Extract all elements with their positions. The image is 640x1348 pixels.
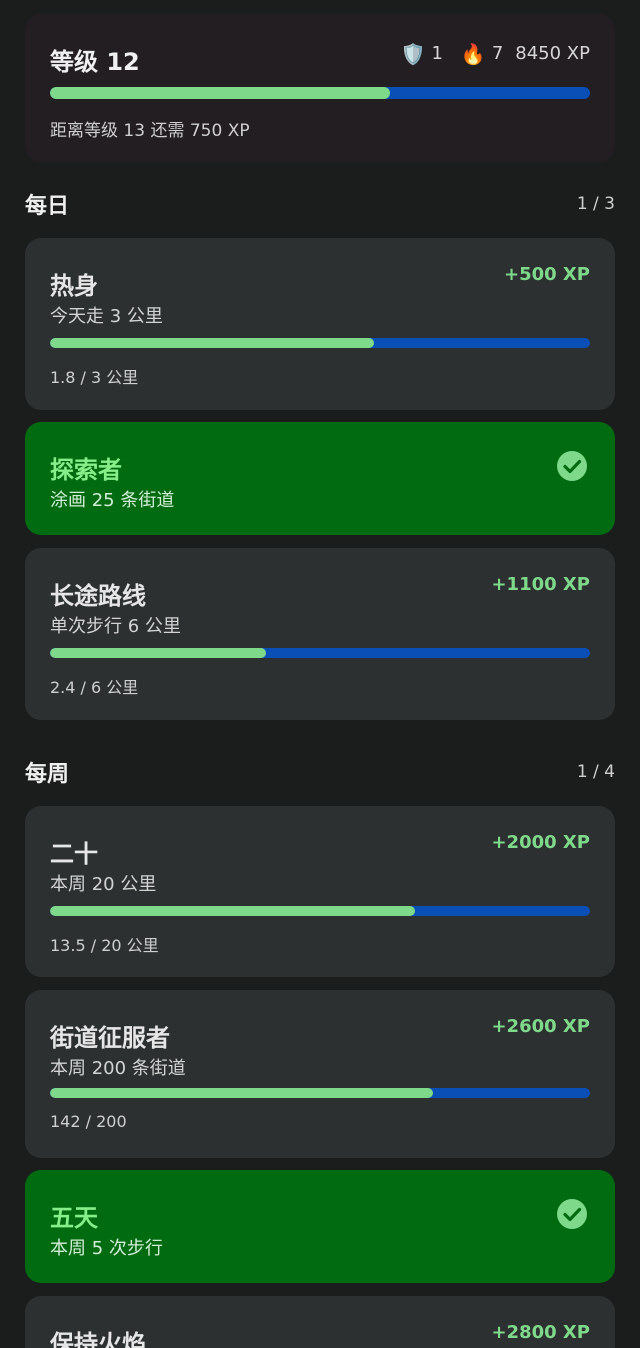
- quest-description: 本周 20 公里: [50, 874, 157, 895]
- weekly-section-title: 每周: [25, 762, 70, 787]
- quest-progress-fill: [50, 648, 266, 658]
- quest-progress-bar: [50, 338, 590, 348]
- quest-progress-text: 13.5 / 20 公里: [50, 936, 159, 955]
- quest-card-twenty[interactable]: 二十 +2000 XP 本周 20 公里 13.5 / 20 公里: [25, 806, 615, 977]
- quest-card-street-conqueror[interactable]: 街道征服者 +2600 XP 本周 200 条街道 142 / 200: [25, 990, 615, 1158]
- level-card: 等级 12 🛡️ 1 🔥 7 8450 XP 距离等级 13 还需 750 XP: [25, 14, 615, 162]
- daily-section-count: 1 / 3: [576, 194, 615, 214]
- quest-card-long-route[interactable]: 长途路线 +1100 XP 单次步行 6 公里 2.4 / 6 公里: [25, 548, 615, 720]
- quest-progress-text: 2.4 / 6 公里: [50, 678, 139, 697]
- quest-card-five-days[interactable]: 五天 本周 5 次步行: [25, 1170, 615, 1283]
- fire-icon: 🔥: [460, 41, 486, 66]
- quest-description: 涂画 25 条街道: [50, 490, 175, 511]
- quest-title: 二十: [50, 840, 98, 868]
- quest-title: 热身: [50, 272, 98, 300]
- level-remaining-text: 距离等级 13 还需 750 XP: [50, 121, 250, 141]
- check-circle-icon: [557, 1199, 587, 1229]
- quest-description: 今天走 3 公里: [50, 306, 163, 327]
- quest-card-keep-flame[interactable]: 保持火焰 +2800 XP: [25, 1296, 615, 1348]
- quest-description: 本周 5 次步行: [50, 1238, 163, 1259]
- quest-title: 探索者: [50, 456, 122, 484]
- quest-title: 五天: [50, 1204, 98, 1232]
- quest-progress-text: 142 / 200: [50, 1112, 127, 1131]
- weekly-section-count: 1 / 4: [576, 762, 615, 782]
- quest-reward: +1100 XP: [491, 574, 590, 595]
- daily-section-title: 每日: [25, 194, 70, 219]
- quest-progress-fill: [50, 1088, 434, 1098]
- quest-card-explorer[interactable]: 探索者 涂画 25 条街道: [25, 422, 615, 535]
- quest-reward: +500 XP: [504, 264, 590, 285]
- quest-description: 单次步行 6 公里: [50, 616, 181, 637]
- quest-progress-bar: [50, 1088, 590, 1098]
- level-progress-bar: [50, 87, 590, 99]
- level-progress-fill: [50, 87, 391, 99]
- shield-count: 1: [431, 43, 443, 64]
- level-title: 等级 12: [50, 48, 140, 76]
- daily-section-header: 每日 1 / 3: [25, 188, 615, 220]
- weekly-section-header: 每周 1 / 4: [25, 756, 615, 788]
- quest-card-warmup[interactable]: 热身 +500 XP 今天走 3 公里 1.8 / 3 公里: [25, 238, 615, 410]
- quest-reward: +2600 XP: [491, 1016, 590, 1037]
- xp-total: 8450 XP: [515, 43, 590, 64]
- quest-title: 保持火焰: [50, 1330, 146, 1348]
- streak-count: 7: [491, 43, 504, 64]
- quest-reward: +2000 XP: [491, 832, 590, 853]
- check-circle-icon: [557, 451, 587, 481]
- quest-progress-bar: [50, 648, 590, 658]
- quest-reward: +2800 XP: [491, 1322, 590, 1343]
- quest-title: 长途路线: [50, 582, 146, 610]
- level-stats: 🛡️ 1 🔥 7 8450 XP: [401, 43, 590, 64]
- quest-title: 街道征服者: [50, 1024, 170, 1052]
- quest-progress-fill: [50, 906, 415, 916]
- quest-description: 本周 200 条街道: [50, 1058, 186, 1079]
- quest-progress-fill: [50, 338, 374, 348]
- shield-icon: 🛡️: [400, 41, 426, 66]
- quest-progress-text: 1.8 / 3 公里: [50, 368, 139, 387]
- quest-progress-bar: [50, 906, 590, 916]
